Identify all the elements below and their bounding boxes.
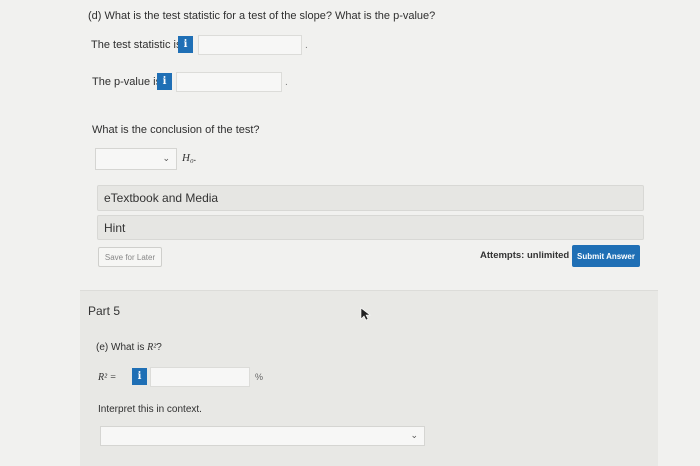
part-5-title: Part 5: [88, 304, 121, 318]
r-squared-symbol: R²: [147, 342, 157, 353]
info-icon[interactable]: i: [157, 73, 172, 90]
etextbook-media-bar[interactable]: eTextbook and Media: [97, 185, 644, 211]
info-glyph: i: [162, 76, 167, 87]
chevron-down-icon: ⌄: [162, 154, 170, 164]
hint-bar[interactable]: Hint: [97, 215, 644, 240]
question-d-prompt: (d) What is the test statistic for a tes…: [88, 10, 436, 22]
test-statistic-input[interactable]: [198, 35, 302, 55]
info-glyph: i: [137, 371, 142, 382]
submit-answer-button[interactable]: Submit Answer: [572, 245, 640, 267]
attempts-text: Attempts: unlimited: [480, 250, 570, 261]
assignment-page: (d) What is the test statistic for a tes…: [0, 0, 700, 466]
info-icon[interactable]: i: [132, 368, 147, 385]
test-statistic-label: The test statistic is: [91, 39, 182, 51]
question-e-suffix: ?: [156, 342, 162, 353]
null-hypothesis-label: H₀.: [182, 152, 197, 164]
hint-label: Hint: [104, 220, 126, 235]
trailing-period: .: [305, 40, 308, 51]
r-squared-label: R² =: [98, 372, 117, 383]
mouse-cursor-icon: [360, 307, 371, 321]
question-e-prefix: (e) What is: [96, 342, 145, 353]
trailing-period: .: [285, 77, 288, 88]
etextbook-label: eTextbook and Media: [104, 191, 219, 205]
question-e-prompt: (e) What is R²?: [96, 342, 162, 353]
interpret-prompt: Interpret this in context.: [98, 404, 202, 415]
r-squared-input[interactable]: [150, 367, 250, 387]
p-value-label: The p-value is: [92, 76, 162, 88]
interpret-select[interactable]: ⌄: [100, 426, 425, 446]
save-for-later-label: Save for Later: [104, 252, 156, 262]
chevron-down-icon: ⌄: [410, 431, 418, 441]
conclusion-prompt: What is the conclusion of the test?: [92, 124, 260, 136]
percent-sign: %: [255, 372, 264, 382]
info-glyph: i: [183, 39, 188, 50]
save-for-later-button[interactable]: Save for Later: [98, 247, 162, 267]
p-value-input[interactable]: [176, 72, 282, 92]
submit-answer-label: Submit Answer: [577, 251, 635, 261]
conclusion-select[interactable]: ⌄: [95, 148, 177, 170]
info-icon[interactable]: i: [178, 36, 193, 53]
